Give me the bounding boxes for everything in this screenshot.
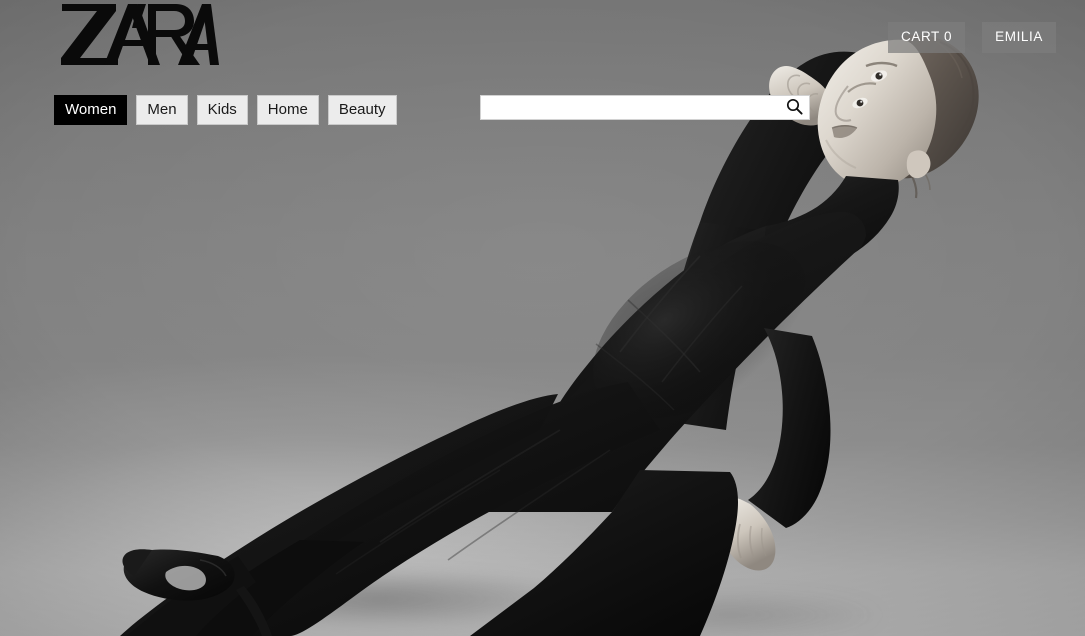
zara-logo[interactable]: [60, 0, 220, 68]
search-icon: [786, 98, 803, 118]
account-button[interactable]: EMILIA: [982, 22, 1056, 53]
nav-item-beauty[interactable]: Beauty: [327, 95, 397, 125]
cart-button[interactable]: CART 0: [888, 22, 966, 53]
zara-homepage: Women Men Kids Home Beauty CART 0 EMILIA: [0, 0, 1085, 636]
nav-item-kids[interactable]: Kids: [196, 95, 248, 125]
search-input[interactable]: [481, 96, 779, 119]
nav-item-home[interactable]: Home: [256, 95, 319, 125]
search-button[interactable]: [779, 96, 809, 119]
nav-item-men[interactable]: Men: [136, 95, 188, 125]
main-navigation: Women Men Kids Home Beauty: [54, 95, 397, 125]
search-bar: [480, 95, 810, 120]
model-ear: [906, 150, 931, 179]
nav-item-women[interactable]: Women: [54, 95, 128, 125]
account-controls: CART 0 EMILIA: [888, 22, 1056, 53]
